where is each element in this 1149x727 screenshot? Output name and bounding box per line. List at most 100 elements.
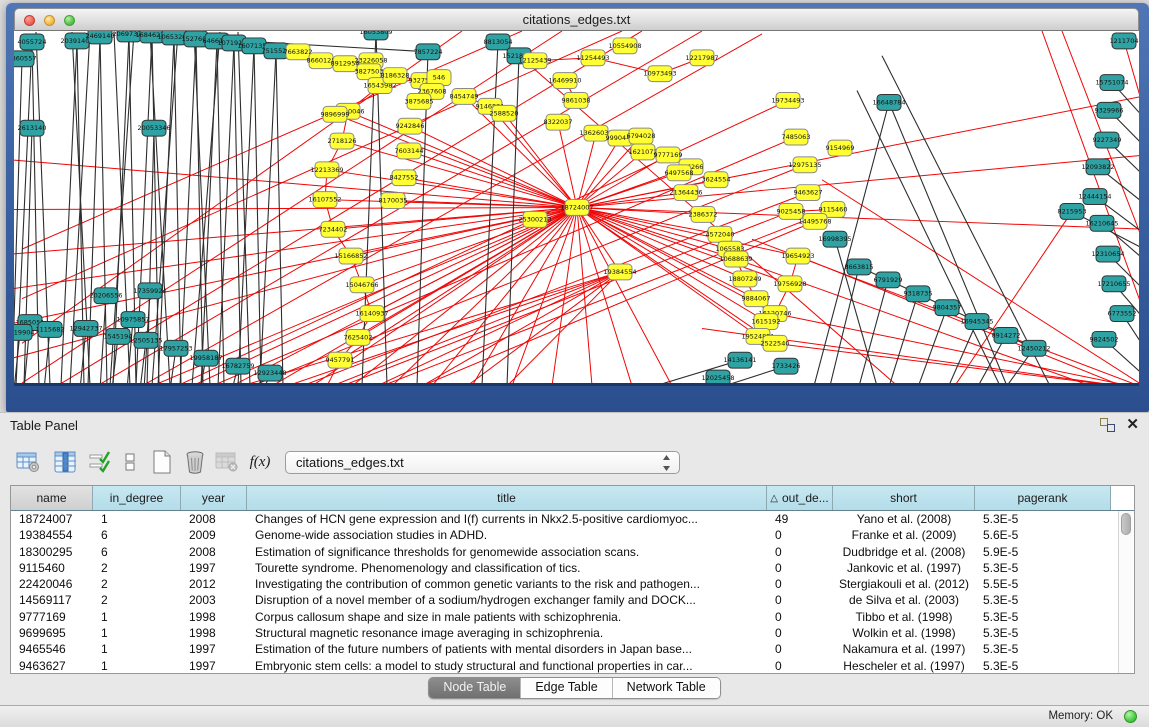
table-cell[interactable]: 9699695 [11,625,93,641]
table-cell[interactable]: 0 [767,527,833,543]
graph-node[interactable]: 7857224 [414,44,443,60]
function-builder-icon[interactable]: f(x) [246,447,274,477]
graph-node[interactable]: 2588520 [490,105,519,121]
graph-edge[interactable] [467,272,620,383]
graph-edge[interactable] [174,37,181,383]
graph-edge[interactable] [14,207,577,209]
graph-node[interactable]: 2613140 [18,120,47,136]
graph-node[interactable]: 16469910 [548,73,581,89]
table-cell[interactable]: 2 [93,560,181,576]
column-header-short[interactable]: short [833,486,975,510]
table-cell[interactable]: 5.3E-5 [975,658,1111,673]
graph-node[interactable]: 8322037 [544,114,573,130]
graph-node[interactable]: 2522540 [761,335,790,351]
column-header-title[interactable]: title [247,486,767,510]
graph-node[interactable]: 19958187 [189,350,222,366]
table-cell[interactable]: 22420046 [11,576,93,592]
graph-edge[interactable] [829,267,859,383]
graph-node[interactable]: 7625402 [344,329,373,345]
table-cell[interactable]: 18724007 [11,511,93,527]
graph-node[interactable]: 3919904 [14,324,34,340]
graph-node[interactable]: 16998395 [818,231,851,247]
tab-network-table[interactable]: Network Table [613,678,720,698]
graph-node[interactable]: 9777169 [654,147,683,163]
graph-node[interactable]: 9154969 [826,140,855,156]
graph-edge[interactable] [327,170,577,208]
table-cell[interactable]: 19384554 [11,527,93,543]
column-visibility-icon[interactable] [51,447,79,477]
graph-node[interactable]: 12310654 [1091,246,1124,262]
memory-status-indicator[interactable] [1124,710,1137,723]
table-cell[interactable]: 1997 [181,560,247,576]
table-cell[interactable]: 1 [93,511,181,527]
table-cell[interactable]: Structural magnetic resonance image aver… [247,625,767,641]
graph-edge[interactable] [857,90,1002,383]
table-row[interactable]: 1456911722003Disruption of a novel membe… [11,592,1134,608]
graph-node[interactable]: 6497568 [665,165,694,181]
graph-node[interactable]: 1545194 [104,328,133,344]
graph-edge[interactable] [822,180,1139,383]
table-cell[interactable]: 1998 [181,625,247,641]
graph-node[interactable]: 9824502 [1090,331,1119,347]
graph-node[interactable]: 3624554 [702,172,731,188]
table-cell[interactable]: 6 [93,527,181,543]
graph-node[interactable]: 9318735 [904,286,933,302]
table-cell[interactable]: de Silva et al. (2003) [833,592,975,608]
graph-edge[interactable] [201,41,217,383]
table-cell[interactable]: 9465546 [11,641,93,657]
table-cell[interactable]: 0 [767,641,833,657]
graph-edge[interactable] [254,46,261,383]
table-cell[interactable]: 5.3E-5 [975,625,1111,641]
graph-node[interactable]: 2718126 [328,133,357,149]
network-canvas[interactable]: 4055724986055720391406246914020697374168… [14,31,1139,386]
table-cell[interactable]: 0 [767,658,833,673]
table-row[interactable]: 946554611997Estimation of the future num… [11,641,1134,657]
graph-node[interactable]: 20053346 [137,120,170,136]
graph-edge[interactable] [14,207,577,323]
select-rows-icon[interactable] [85,447,113,477]
close-panel-icon[interactable]: ✕ [1126,415,1139,433]
float-panel-icon[interactable] [1100,418,1115,432]
table-cell[interactable]: Estimation of the future numbers of pati… [247,641,767,657]
graph-node[interactable]: 12505135 [129,332,162,348]
table-cell[interactable]: 9463627 [11,658,93,673]
table-cell[interactable]: Yano et al. (2008) [833,511,975,527]
column-header-in_degree[interactable]: in_degree [93,486,181,510]
graph-node[interactable]: 19654923 [781,248,814,264]
graph-edge[interactable] [260,51,276,383]
graph-node[interactable]: 1211704 [1110,33,1139,49]
table-cell[interactable]: 2008 [181,544,247,560]
network-window-titlebar[interactable]: citations_edges.txt [14,8,1139,31]
graph-node[interactable]: 1733426 [772,358,801,374]
table-cell[interactable]: 1998 [181,609,247,625]
graph-node[interactable]: 3875685 [405,93,434,109]
graph-edge[interactable] [393,201,577,208]
table-cell[interactable]: 5.3E-5 [975,560,1111,576]
table-cell[interactable]: 1997 [181,641,247,657]
table-cell[interactable]: Investigating the contribution of common… [247,576,767,592]
graph-node[interactable]: 16648784 [872,94,905,110]
graph-node[interactable]: 9457791 [326,352,355,368]
graph-node[interactable]: 14495768 [798,213,831,229]
graph-node[interactable]: 12217987 [685,50,718,66]
graph-node[interactable]: 8427552 [390,170,419,186]
graph-node[interactable]: 11254493 [576,50,609,66]
graph-node[interactable]: 16782759 [221,358,254,374]
table-cell[interactable]: 9115460 [11,560,93,576]
table-cell[interactable]: 2003 [181,592,247,608]
table-row[interactable]: 1872400712008Changes of HCN gene express… [11,511,1134,527]
graph-node[interactable]: 2469140 [86,31,115,44]
table-cell[interactable]: Tourette syndrome. Phenomenology and cla… [247,560,767,576]
graph-node[interactable]: 17210655 [1097,276,1130,292]
graph-node[interactable]: 8170035 [379,193,408,209]
graph-edge[interactable] [888,294,918,383]
table-cell[interactable]: Disruption of a novel member of a sodium… [247,592,767,608]
graph-node[interactable]: 21364436 [669,185,702,201]
table-cell[interactable]: 0 [767,625,833,641]
table-scrollbar[interactable] [1118,511,1133,673]
table-row[interactable]: 946362711997Embryonic stem cells: a mode… [11,658,1134,673]
graph-edge[interactable] [482,42,498,383]
graph-node[interactable]: 19384554 [603,264,636,280]
table-cell[interactable]: Franke et al. (2009) [833,527,975,543]
graph-node[interactable]: 9860557 [14,51,36,67]
